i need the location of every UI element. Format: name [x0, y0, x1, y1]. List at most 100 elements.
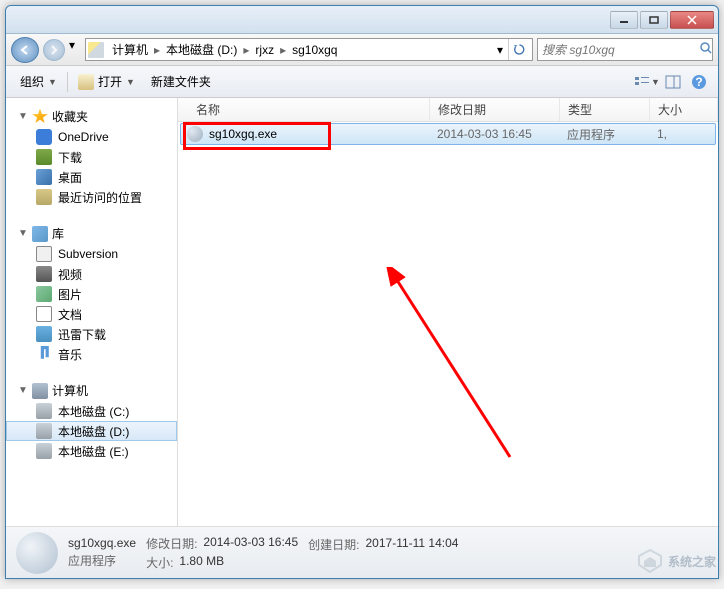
drive-icon	[36, 443, 52, 459]
sidebar-item-label: OneDrive	[58, 130, 109, 144]
file-list[interactable]: sg10xgq.exe 2014-03-03 16:45 应用程序 1,	[178, 122, 718, 526]
file-row[interactable]: sg10xgq.exe 2014-03-03 16:45 应用程序 1,	[180, 123, 716, 145]
close-button[interactable]	[670, 11, 714, 29]
help-button[interactable]: ?	[686, 71, 712, 93]
organize-menu[interactable]: 组织▼	[12, 70, 65, 93]
back-button[interactable]	[11, 37, 39, 63]
exe-icon	[187, 126, 203, 142]
breadcrumb-segment[interactable]: sg10xgq	[288, 39, 341, 60]
breadcrumb-separator[interactable]: ▸	[152, 43, 162, 57]
sidebar-item-documents[interactable]: 文档	[6, 304, 177, 324]
computer-icon	[32, 383, 48, 399]
column-header-name[interactable]: 名称	[178, 98, 430, 121]
address-dropdown[interactable]: ▾	[492, 39, 508, 60]
sidebar-item-label: 本地磁盘 (E:)	[58, 443, 129, 460]
svg-text:?: ?	[695, 75, 702, 89]
search-icon[interactable]	[699, 41, 713, 58]
column-header-type[interactable]: 类型	[560, 98, 650, 121]
sidebar-item-videos[interactable]: 视频	[6, 264, 177, 284]
folder-icon	[88, 42, 104, 58]
sidebar-item-drive-e[interactable]: 本地磁盘 (E:)	[6, 441, 177, 461]
sidebar-item-label: Subversion	[58, 247, 118, 261]
forward-button[interactable]	[43, 39, 65, 61]
column-header-date[interactable]: 修改日期	[430, 98, 560, 121]
breadcrumb-separator[interactable]: ▸	[241, 43, 251, 57]
sidebar-item-label: 视频	[58, 266, 82, 283]
toolbar: 组织▼ 打开▼ 新建文件夹 ▼ ?	[6, 66, 718, 98]
breadcrumb-segment[interactable]: 计算机	[108, 39, 152, 60]
file-type: 应用程序	[561, 126, 651, 143]
minimize-button[interactable]	[610, 11, 638, 29]
favorites-label: 收藏夹	[52, 108, 88, 125]
address-bar[interactable]: 计算机▸ 本地磁盘 (D:)▸ rjxz▸ sg10xgq ▾	[85, 38, 533, 61]
breadcrumb-segment[interactable]: rjxz	[251, 39, 278, 60]
view-options-button[interactable]: ▼	[634, 71, 660, 93]
titlebar[interactable]	[6, 6, 718, 34]
sidebar-item-pictures[interactable]: 图片	[6, 284, 177, 304]
breadcrumb-segment[interactable]: 本地磁盘 (D:)	[162, 39, 241, 60]
breadcrumb-separator[interactable]: ▸	[278, 43, 288, 57]
sidebar-item-label: 最近访问的位置	[58, 189, 142, 206]
navbar: ▾ 计算机▸ 本地磁盘 (D:)▸ rjxz▸ sg10xgq ▾	[6, 34, 718, 66]
status-filename: sg10xgq.exe	[68, 536, 136, 550]
file-date: 2014-03-03 16:45	[431, 127, 561, 141]
sidebar-item-music[interactable]: 音乐	[6, 344, 177, 364]
sidebar-item-desktop[interactable]: 桌面	[6, 167, 177, 187]
video-icon	[36, 266, 52, 282]
sidebar-item-label: 迅雷下载	[58, 326, 106, 343]
maximize-button[interactable]	[640, 11, 668, 29]
search-input[interactable]	[542, 43, 699, 57]
open-button[interactable]: 打开▼	[70, 70, 143, 93]
computer-group[interactable]: ▼计算机	[6, 380, 177, 401]
sidebar-item-downloads[interactable]: 下载	[6, 147, 177, 167]
libraries-icon	[32, 226, 48, 242]
drive-icon	[36, 423, 52, 439]
body-area: ▼收藏夹 OneDrive 下载 桌面 最近访问的位置 ▼库 Subversio…	[6, 98, 718, 526]
sidebar-item-recent[interactable]: 最近访问的位置	[6, 187, 177, 207]
sidebar-item-drive-d[interactable]: 本地磁盘 (D:)	[6, 421, 177, 441]
sidebar-item-onedrive[interactable]: OneDrive	[6, 127, 177, 147]
recent-icon	[36, 189, 52, 205]
file-type-icon	[16, 532, 58, 574]
new-folder-button[interactable]: 新建文件夹	[143, 70, 219, 93]
documents-icon	[36, 306, 52, 322]
sidebar-item-label: 本地磁盘 (D:)	[58, 423, 129, 440]
column-header-size[interactable]: 大小	[650, 98, 718, 121]
preview-pane-button[interactable]	[660, 71, 686, 93]
sidebar-item-drive-c[interactable]: 本地磁盘 (C:)	[6, 401, 177, 421]
details-pane: sg10xgq.exe 应用程序 修改日期:2014-03-03 16:45 大…	[6, 526, 718, 578]
search-box[interactable]	[537, 38, 713, 61]
sidebar-item-subversion[interactable]: Subversion	[6, 244, 177, 264]
navigation-pane[interactable]: ▼收藏夹 OneDrive 下载 桌面 最近访问的位置 ▼库 Subversio…	[6, 98, 178, 526]
sidebar-item-xunlei[interactable]: 迅雷下载	[6, 324, 177, 344]
history-dropdown[interactable]: ▾	[69, 38, 81, 62]
libraries-group[interactable]: ▼库	[6, 223, 177, 244]
refresh-button[interactable]	[508, 39, 530, 60]
status-modified-value: 2014-03-03 16:45	[203, 535, 298, 552]
favorites-group[interactable]: ▼收藏夹	[6, 106, 177, 127]
sidebar-item-label: 图片	[58, 286, 82, 303]
music-icon	[36, 346, 52, 362]
status-created-value: 2017-11-11 14:04	[366, 536, 459, 553]
xunlei-icon	[36, 326, 52, 342]
status-created-label: 创建日期:	[308, 536, 359, 553]
subversion-icon	[36, 246, 52, 262]
file-list-pane: 名称 修改日期 类型 大小 sg10xgq.exe 2014-03-03 16:…	[178, 98, 718, 526]
sidebar-item-label: 文档	[58, 306, 82, 323]
sidebar-item-label: 本地磁盘 (C:)	[58, 403, 129, 420]
new-folder-label: 新建文件夹	[151, 73, 211, 90]
open-icon	[78, 74, 94, 90]
organize-label: 组织	[20, 73, 44, 90]
status-size-value: 1.80 MB	[179, 554, 224, 571]
column-headers: 名称 修改日期 类型 大小	[178, 98, 718, 122]
pictures-icon	[36, 286, 52, 302]
drive-icon	[36, 403, 52, 419]
downloads-icon	[36, 149, 52, 165]
open-label: 打开	[98, 73, 122, 90]
computer-label: 计算机	[52, 382, 88, 399]
onedrive-icon	[36, 129, 52, 145]
status-modified-label: 修改日期:	[146, 535, 197, 552]
status-filetype: 应用程序	[68, 552, 136, 569]
explorer-window: ▾ 计算机▸ 本地磁盘 (D:)▸ rjxz▸ sg10xgq ▾ 组织▼ 打开…	[5, 5, 719, 579]
file-size: 1,	[651, 127, 667, 141]
